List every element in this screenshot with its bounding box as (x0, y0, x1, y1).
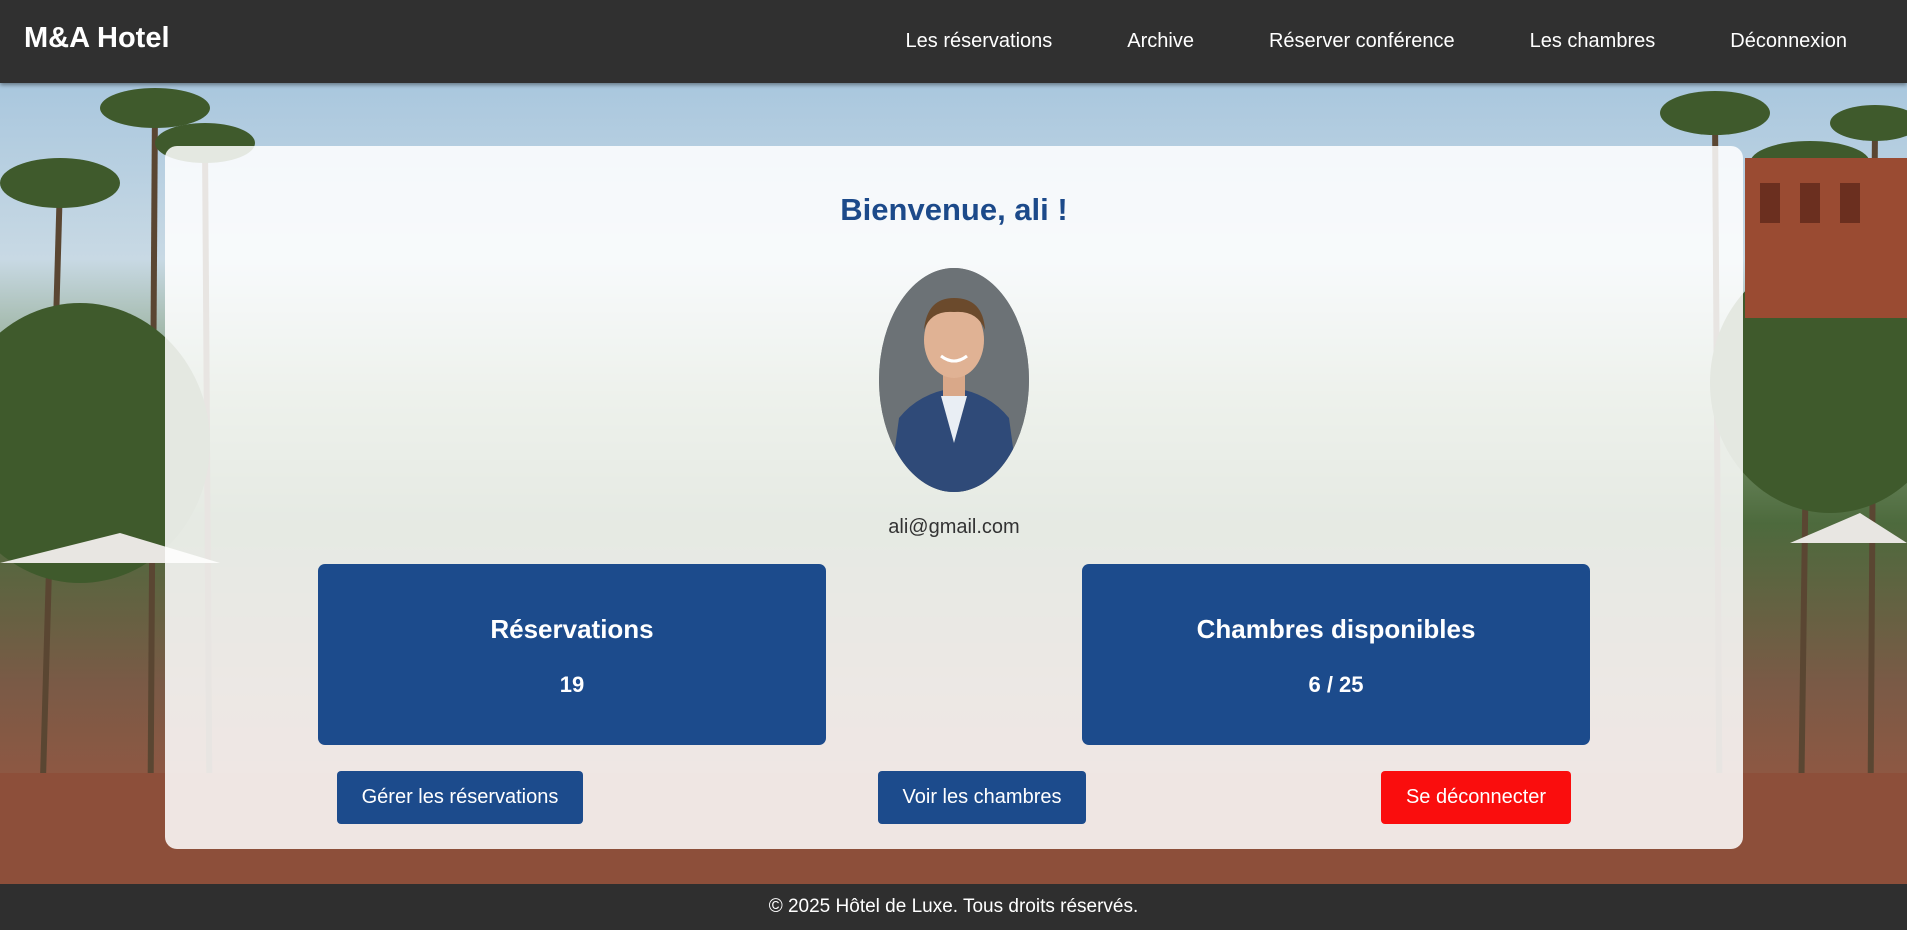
nav-link-reservations[interactable]: Les réservations (906, 30, 1053, 53)
user-email: ali@gmail.com (888, 516, 1020, 538)
view-rooms-button[interactable]: Voir les chambres (878, 771, 1086, 824)
nav-link-rooms[interactable]: Les chambres (1530, 30, 1656, 53)
profile-avatar (879, 268, 1029, 492)
brand-logo[interactable]: M&A Hotel (24, 22, 170, 55)
top-navbar: M&A Hotel Les réservations Archive Réser… (0, 0, 1907, 83)
footer: © 2025 Hôtel de Luxe. Tous droits réserv… (0, 884, 1907, 930)
reservations-card: Réservations 19 (318, 564, 826, 745)
nav-link-logout[interactable]: Déconnexion (1730, 30, 1847, 53)
nav-links: Les réservations Archive Réserver confér… (906, 0, 1847, 83)
welcome-heading: Bienvenue, ali ! (840, 192, 1068, 227)
available-rooms-card: Chambres disponibles 6 / 25 (1082, 564, 1590, 745)
nav-link-archive[interactable]: Archive (1127, 30, 1194, 53)
logout-button[interactable]: Se déconnecter (1381, 771, 1571, 824)
manage-reservations-button[interactable]: Gérer les réservations (337, 771, 583, 824)
reservations-card-title: Réservations (490, 614, 654, 644)
reservations-count: 19 (559, 672, 585, 697)
available-rooms-card-title: Chambres disponibles (1196, 614, 1476, 644)
dashboard-panel: Bienvenue, ali ! ali@gmail.com Réservati… (165, 146, 1743, 849)
available-rooms-count: 6 / 25 (1308, 672, 1364, 697)
nav-link-book-conference[interactable]: Réserver conférence (1269, 30, 1455, 53)
footer-copyright: © 2025 Hôtel de Luxe. Tous droits réserv… (768, 896, 1139, 917)
